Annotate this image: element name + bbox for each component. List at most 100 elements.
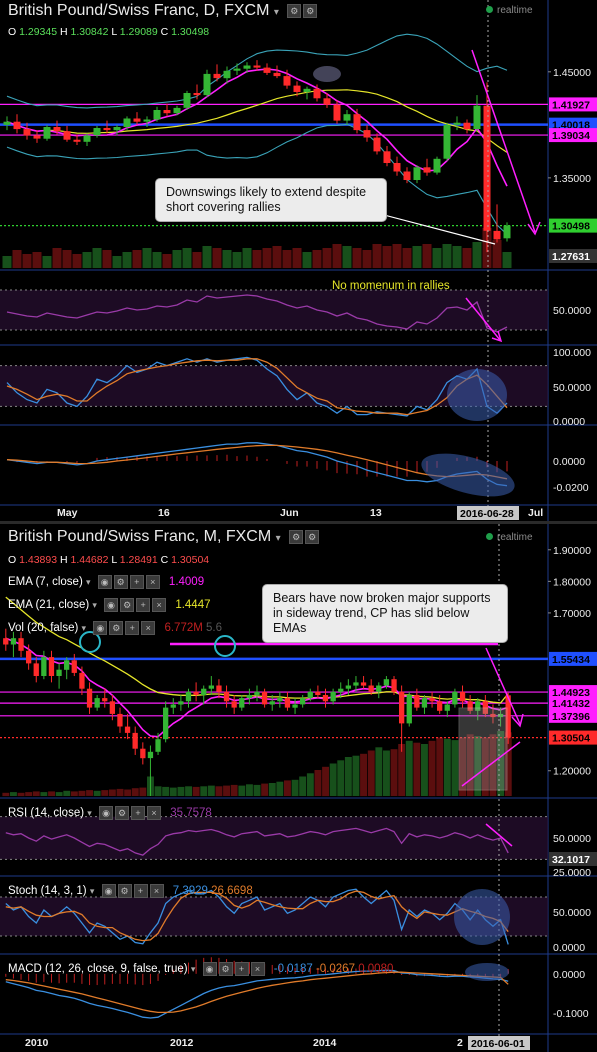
candle-body [322, 695, 329, 702]
macd-highlight-ellipse [421, 453, 515, 497]
gear-icon[interactable]: ⚙ [218, 962, 233, 976]
daily-annotation-text: Downswings likely to extend despite shor… [166, 185, 367, 214]
chevron-down-icon[interactable]: ▾ [86, 577, 91, 587]
settings-icon[interactable]: ⚙ [287, 3, 302, 18]
chevron-down-icon[interactable]: ▾ [191, 964, 196, 974]
chevron-down-icon[interactable]: ▾ [87, 808, 92, 818]
chevron-down-icon[interactable]: ▾ [82, 623, 87, 633]
close-icon[interactable]: × [141, 621, 156, 635]
candle-body [239, 698, 245, 708]
volume-bar [42, 256, 52, 268]
candle-body [178, 701, 184, 705]
price-tag-0: 1.41927 [552, 99, 590, 111]
ema21-label[interactable]: EMA (21, close) [8, 599, 89, 611]
close-icon[interactable]: × [145, 575, 160, 589]
volume-bar [32, 252, 42, 268]
price-tag-3: 1.37396 [552, 711, 590, 723]
stoch-label[interactable]: Stoch (14, 3, 1) [8, 885, 87, 897]
gear-icon[interactable]: ⚙ [120, 598, 135, 612]
gear-icon[interactable]: ⚙ [117, 884, 132, 898]
candle-body [43, 127, 51, 139]
plus-icon[interactable]: + [131, 806, 145, 820]
volume-bar [40, 792, 48, 796]
stoch-tick-label: 50.0000 [553, 382, 591, 394]
volume-bar [472, 242, 482, 268]
volume-bar [502, 252, 512, 268]
candle-body [231, 701, 237, 708]
eye-icon[interactable]: ◉ [202, 962, 217, 976]
rsi-value: 35.7578 [170, 807, 212, 820]
rsi-label[interactable]: RSI (14, close) [8, 807, 84, 819]
candle-body [64, 660, 70, 670]
monthly-chart[interactable]: 1.90000 1.80000 1.70000 1.20000 1.55434 1.449… [0, 524, 597, 1052]
eye-icon[interactable]: ◉ [104, 598, 119, 612]
gear-icon[interactable]: ⚙ [113, 575, 128, 589]
volume-bar [223, 785, 230, 796]
candle-body [345, 685, 351, 689]
eye-icon[interactable]: ◉ [101, 884, 116, 898]
daily-chart-title[interactable]: British Pound/Swiss Franc, D, FXCM [8, 2, 269, 19]
vol-label[interactable]: Vol (20, false) [8, 622, 78, 634]
volume-bar [329, 763, 337, 796]
gear-icon[interactable]: ⚙ [109, 621, 124, 635]
gear-icon[interactable]: ⚙ [115, 806, 129, 820]
chevron-down-icon[interactable]: ▾ [276, 533, 281, 544]
candle-body [483, 105, 491, 231]
plus-icon[interactable]: + [136, 598, 151, 612]
macd-label[interactable]: MACD (12, 26, close, 9, false, true) [8, 963, 188, 975]
chevron-down-icon[interactable]: ▾ [274, 7, 279, 18]
settings-icon[interactable]: ⚙ [289, 529, 304, 544]
vol-legend[interactable]: Vol (20, false) ▾ ◉ ⚙ + × 6.772M 5.6 [8, 621, 222, 635]
ema21-legend[interactable]: EMA (21, close) ▾ ◉ ⚙ + × 1.4447 [8, 598, 211, 612]
ema7-legend[interactable]: EMA (7, close) ▾ ◉ ⚙ + × 1.4009 [8, 575, 204, 589]
volume-bar [207, 785, 215, 796]
volume-bar [10, 792, 17, 796]
daily-chart[interactable]: 1.45000 1.35000 1.41927 1.40018 1.39034 1.304… [0, 0, 597, 522]
macd-legend[interactable]: MACD (12, 26, close, 9, false, true) ▾ ◉… [8, 962, 393, 976]
volume-bar [86, 790, 93, 796]
gear-icon[interactable]: ⚙ [305, 529, 320, 544]
macd-tick-label: -0.1000 [553, 1008, 589, 1020]
candle-body [153, 110, 161, 120]
candle-body [109, 701, 115, 714]
volume-bar [462, 248, 472, 268]
plus-icon[interactable]: + [234, 962, 249, 976]
close-icon[interactable]: × [147, 806, 161, 820]
plus-icon[interactable]: + [125, 621, 140, 635]
price-tag-4: 1.27631 [552, 251, 590, 263]
daily-realtime-indicator: realtime [486, 5, 533, 16]
chevron-down-icon[interactable]: ▾ [92, 600, 97, 610]
rsi-legend[interactable]: RSI (14, close) ▾ ◉ ⚙ + × 35.7578 [8, 806, 212, 820]
close-icon[interactable]: × [149, 884, 164, 898]
volume-bar [52, 248, 62, 268]
plus-icon[interactable]: + [129, 575, 144, 589]
daily-chart-canvas[interactable]: 1.450001.350001.419271.400181.390341.304… [0, 0, 597, 522]
candle-body [423, 167, 431, 173]
gear-icon[interactable]: ⚙ [303, 3, 318, 18]
volume-bar [428, 740, 436, 797]
eye-icon[interactable]: ◉ [97, 575, 112, 589]
plus-icon[interactable]: + [133, 884, 148, 898]
rsi-tick-label: 50.0000 [553, 305, 591, 317]
chevron-down-icon[interactable]: ▾ [90, 886, 95, 896]
eye-icon[interactable]: ◉ [93, 621, 108, 635]
volume-bar [192, 786, 200, 796]
stoch-d-value: 26.6698 [211, 885, 253, 898]
volume-bar [212, 248, 222, 268]
candle-body [421, 698, 428, 708]
eye-icon[interactable]: ◉ [99, 806, 113, 820]
candle-body [233, 68, 241, 71]
close-icon[interactable]: × [250, 962, 265, 976]
x-tick-label: May [57, 507, 78, 519]
candle-body [284, 698, 291, 708]
close-icon[interactable]: × [152, 598, 167, 612]
daily-open-value: 1.29345 [19, 26, 58, 38]
x-tick-label: 13 [370, 507, 382, 519]
daily-symbol-header[interactable]: British Pound/Swiss Franc, D, FXCM ▾ ⚙ ⚙ [8, 2, 319, 20]
stoch-legend[interactable]: Stoch (14, 3, 1) ▾ ◉ ⚙ + × 7.3929 26.6698 [8, 884, 253, 898]
monthly-chart-title[interactable]: British Pound/Swiss Franc, M, FXCM [8, 528, 271, 545]
trend-arrow [471, 49, 536, 233]
ema7-label[interactable]: EMA (7, close) [8, 576, 83, 588]
candle-body [383, 151, 391, 163]
monthly-symbol-header[interactable]: British Pound/Swiss Franc, M, FXCM ▾ ⚙ ⚙ [8, 528, 321, 546]
